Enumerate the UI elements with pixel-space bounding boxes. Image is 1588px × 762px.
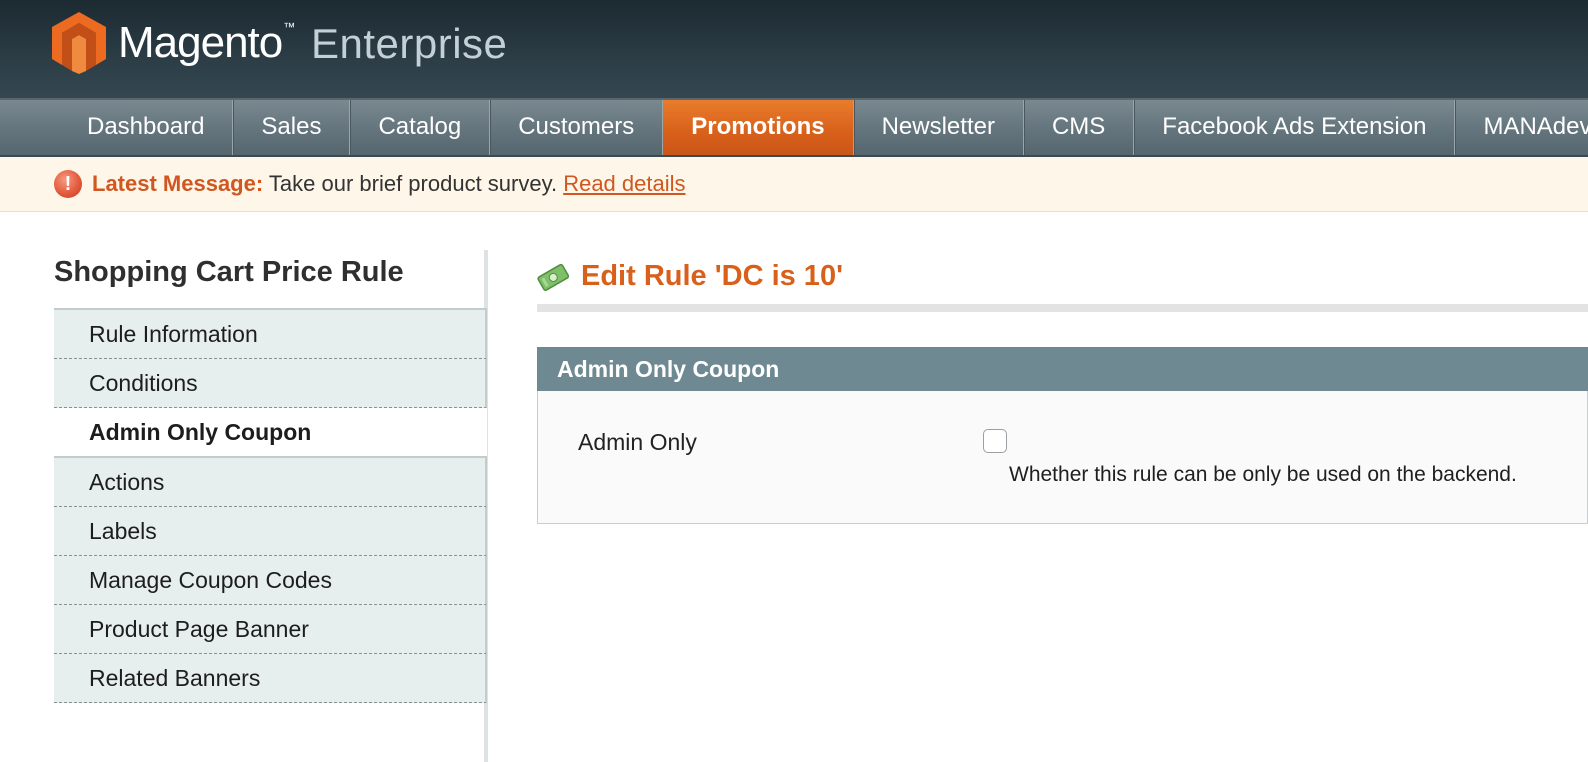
- rule-tabs: Rule Information Conditions Admin Only C…: [54, 308, 487, 703]
- fieldset-header: Admin Only Coupon: [537, 347, 1588, 391]
- nav-item-manadev[interactable]: MANAdev: [1455, 100, 1588, 155]
- tab-related-banners[interactable]: Related Banners: [54, 654, 487, 703]
- page-title: Edit Rule 'DC is 10': [581, 260, 843, 292]
- nav-item-sales[interactable]: Sales: [233, 100, 351, 155]
- tab-product-page-banner[interactable]: Product Page Banner: [54, 605, 487, 654]
- admin-only-label: Admin Only: [578, 429, 697, 455]
- tab-manage-coupon-codes[interactable]: Manage Coupon Codes: [54, 556, 487, 605]
- tab-admin-only-coupon[interactable]: Admin Only Coupon: [54, 408, 487, 458]
- admin-only-checkbox[interactable]: [983, 429, 1007, 453]
- nav-item-catalog[interactable]: Catalog: [350, 100, 491, 155]
- nav-item-customers[interactable]: Customers: [490, 100, 664, 155]
- alert-icon: !: [54, 170, 82, 198]
- magento-logo-icon[interactable]: [52, 12, 106, 74]
- latest-message-label: Latest Message:: [92, 171, 264, 196]
- sidebar-title: Shopping Cart Price Rule: [54, 256, 404, 288]
- tab-labels[interactable]: Labels: [54, 507, 487, 556]
- tab-conditions[interactable]: Conditions: [54, 359, 487, 408]
- admin-only-note: Whether this rule can be only be used on…: [1009, 463, 1517, 486]
- nav-item-cms[interactable]: CMS: [1024, 100, 1135, 155]
- app-header: Magento™ Enterprise: [0, 0, 1588, 100]
- fieldset-title: Admin Only Coupon: [557, 356, 780, 382]
- main-nav: Dashboard Sales Catalog Customers Promot…: [0, 100, 1588, 157]
- brand-name: Magento™: [118, 18, 295, 67]
- nav-item-promotions[interactable]: Promotions: [663, 100, 854, 155]
- title-divider: [537, 304, 1588, 312]
- fieldset-body: [537, 391, 1588, 524]
- nav-item-newsletter[interactable]: Newsletter: [854, 100, 1024, 155]
- nav-item-dashboard[interactable]: Dashboard: [59, 100, 234, 155]
- latest-message-text: Take our brief product survey.: [268, 171, 558, 196]
- tab-rule-information[interactable]: Rule Information: [54, 308, 487, 359]
- read-details-link[interactable]: Read details: [563, 171, 685, 196]
- nav-item-facebook-ads-extension[interactable]: Facebook Ads Extension: [1134, 100, 1456, 155]
- brand-edition: Enterprise: [311, 20, 508, 67]
- latest-message: Latest Message: Take our brief product s…: [92, 171, 686, 197]
- tab-actions[interactable]: Actions: [54, 458, 487, 507]
- promo-tag-icon: [537, 263, 569, 291]
